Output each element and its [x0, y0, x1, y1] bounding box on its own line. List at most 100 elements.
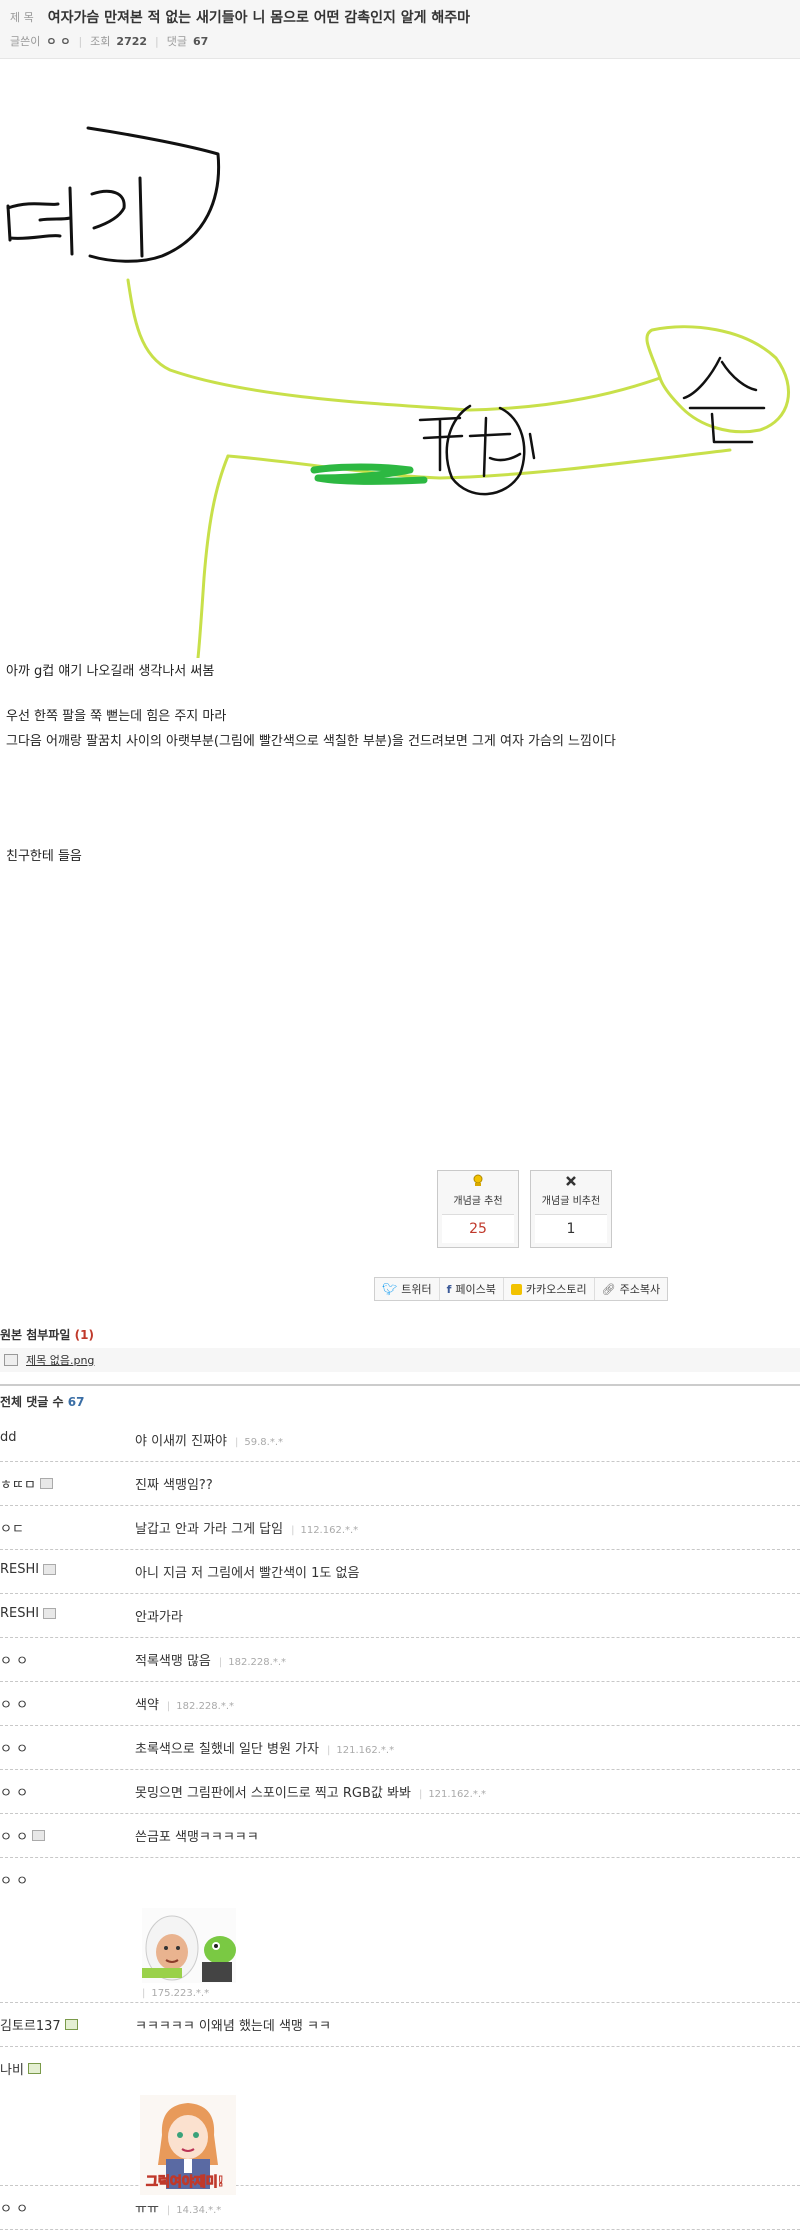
comment-nick[interactable]: ㅇ ㅇ: [0, 1782, 28, 1801]
comments-count: 67: [193, 34, 209, 48]
comments-header: 전체 댓글 수 67: [0, 1393, 84, 1410]
comment-list: dd 야 이새끼 진짜야59.8.*.* ㅎㄸㅁ 진짜 색맹임?? ㅇㄷ 날갑고…: [0, 1418, 800, 2230]
comment-dccon-image: 175.223.*.*: [142, 1908, 236, 1999]
comment-nick[interactable]: RESHI: [0, 1606, 57, 1621]
thumb-down-icon: [531, 1174, 611, 1190]
thumb-up-icon: [438, 1174, 518, 1190]
gallog-icon: [32, 1830, 46, 1841]
comment-row: ㅇ ㅇ ㅠㅠ14.34.*.*: [0, 2186, 800, 2230]
body-line: 그다음 어깨랑 팔꿈치 사이의 아랫부분(그림에 빨간색으로 색칠한 부분)을 …: [6, 734, 616, 749]
comment-nick[interactable]: ㅇ ㅇ: [0, 1738, 28, 1757]
comment-text: 진짜 색맹임??: [135, 1478, 213, 1493]
comment-nick[interactable]: ㅇ ㅇ: [0, 2198, 28, 2217]
post-meta: 글쓴이 ㅇ ㅇ | 조회 2722 | 댓글 67: [10, 33, 209, 49]
comment-text: 못밍으면 그림판에서 스포이드로 찍고 RGB값 봐봐121.162.*.*: [135, 1782, 486, 1801]
copy-url-button[interactable]: 🔗︎ 주소복사: [595, 1278, 667, 1300]
comment-row: ㅇ ㅇ 175.223.*.*: [0, 1858, 800, 2003]
file-icon: [4, 1354, 18, 1366]
share-twitter-label: 트위터: [401, 1283, 432, 1296]
attachment-title-text: 원본 첨부파일: [0, 1328, 71, 1342]
gallog-icon: [39, 1478, 53, 1489]
comment-text: 초록색으로 칠했네 일단 병원 가자121.162.*.*: [135, 1738, 394, 1757]
comment-ip: 121.162.*.*: [327, 1745, 394, 1756]
comment-ip: 175.223.*.*: [142, 1988, 209, 1999]
armpit-scribble: [418, 404, 536, 496]
author-name[interactable]: ㅇ ㅇ: [46, 33, 70, 49]
post-title: 여자가슴 만져본 적 없는 새기들아 니 몸으로 어떤 감촉인지 알게 해주마: [47, 10, 471, 26]
kakaostory-icon: [510, 1283, 522, 1295]
comment-ip: 112.162.*.*: [291, 1525, 358, 1536]
comment-nick[interactable]: RESHI: [0, 1562, 57, 1577]
comment-row: ㅇ ㅇ 적록색맹 많음182.228.*.*: [0, 1638, 800, 1682]
body-line: 아까 g컵 얘기 나오길래 생각나서 써봄: [6, 664, 215, 679]
gallog-icon: [64, 2019, 78, 2030]
comment-text: ㅠㅠ14.34.*.*: [135, 2198, 221, 2217]
comment-row: 나비 그럭여야재미!: [0, 2047, 800, 2195]
comment-nick[interactable]: 김토르137: [0, 2015, 78, 2034]
attachment-link[interactable]: 제목 없음.png: [26, 1352, 94, 1368]
comment-text: 쓴금포 색맹ㅋㅋㅋㅋㅋ: [135, 1830, 259, 1845]
facebook-icon: f: [446, 1282, 452, 1296]
comment-nick[interactable]: ㅇ ㅇ: [0, 1870, 28, 1889]
comment-text: ㅋㅋㅋㅋㅋ 이왜념 했는데 색맹 ㅋㅋ: [135, 2019, 331, 2034]
upvote-label: 개념글 추천: [453, 1196, 503, 1207]
downvote-label: 개념글 비추천: [541, 1196, 601, 1207]
attachment-title: 원본 첨부파일 (1): [0, 1326, 94, 1343]
downvote-count: 1: [535, 1214, 607, 1243]
post-header: 제 목 여자가슴 만져본 적 없는 새기들아 니 몸으로 어떤 감촉인지 알게 …: [0, 0, 800, 59]
comment-nick[interactable]: ㅎㄸㅁ: [0, 1474, 53, 1493]
comment-ip: 121.162.*.*: [419, 1789, 486, 1800]
head-scribble: [6, 126, 221, 263]
share-facebook-label: 페이스북: [455, 1283, 496, 1296]
post-drawing: [6, 126, 790, 658]
comment-row: ㅇ ㅇ 초록색으로 칠했네 일단 병원 가자121.162.*.*: [0, 1726, 800, 1770]
comment-text: 날갑고 안과 가라 그게 답임112.162.*.*: [135, 1518, 358, 1537]
comments-total: 67: [67, 1395, 85, 1409]
comment-text: 아니 지금 저 그림에서 빨간색이 1도 없음: [135, 1566, 360, 1581]
comment-row: ㅎㄸㅁ 진짜 색맹임??: [0, 1462, 800, 1506]
comments-divider: [0, 1384, 800, 1386]
share-kakao-label: 카카오스토리: [525, 1283, 587, 1296]
share-bar: 🐦︎ 트위터 f 페이스북 카카오스토리 🔗︎ 주소복사: [374, 1277, 669, 1301]
comment-row: ㅇ ㅇ 색약182.228.*.*: [0, 1682, 800, 1726]
comments-title: 전체 댓글 수: [0, 1395, 64, 1409]
comment-text: 안과가라: [135, 1610, 183, 1625]
comment-ip: 182.228.*.*: [167, 1701, 234, 1712]
upvote-count: 25: [442, 1214, 514, 1243]
share-facebook-button[interactable]: f 페이스북: [440, 1278, 504, 1300]
upvote-button[interactable]: 개념글 추천 25: [437, 1170, 519, 1248]
comment-ip: 182.228.*.*: [219, 1657, 286, 1668]
comment-ip: 59.8.*.*: [235, 1437, 283, 1448]
comment-row: RESHI 안과가라: [0, 1594, 800, 1638]
comment-row: ㅇ ㅇ 쓴금포 색맹ㅋㅋㅋㅋㅋ: [0, 1814, 800, 1858]
views-label: 조회: [90, 35, 111, 48]
comment-row: 김토르137 ㅋㅋㅋㅋㅋ 이왜념 했는데 색맹 ㅋㅋ: [0, 2003, 800, 2047]
comment-nick[interactable]: ㅇ ㅇ: [0, 1694, 28, 1713]
downvote-button[interactable]: 개념글 비추천 1: [530, 1170, 612, 1248]
post-title-row: 제 목 여자가슴 만져본 적 없는 새기들아 니 몸으로 어떤 감촉인지 알게 …: [10, 6, 470, 28]
comment-text: 적록색맹 많음182.228.*.*: [135, 1650, 286, 1669]
gallog-icon: [27, 2063, 41, 2074]
comment-row: ㅇ ㅇ 못밍으면 그림판에서 스포이드로 찍고 RGB값 봐봐121.162.*…: [0, 1770, 800, 1814]
gallog-icon: [43, 1608, 57, 1619]
comment-nick[interactable]: ㅇ ㅇ: [0, 1650, 28, 1669]
share-twitter-button[interactable]: 🐦︎ 트위터: [375, 1278, 440, 1300]
comments-label: 댓글: [166, 35, 188, 48]
comment-nick[interactable]: 나비: [0, 2059, 41, 2078]
comment-nick[interactable]: ㅇ ㅇ: [0, 1826, 46, 1845]
comment-text: 야 이새끼 진짜야59.8.*.*: [135, 1430, 283, 1449]
title-label: 제 목: [10, 11, 34, 24]
attachment-row: 제목 없음.png: [0, 1348, 800, 1372]
author-label: 글쓴이: [10, 35, 41, 48]
comment-nick[interactable]: dd: [0, 1430, 17, 1445]
comment-nick[interactable]: ㅇㄷ: [0, 1518, 24, 1537]
share-kakao-button[interactable]: 카카오스토리: [504, 1278, 595, 1300]
copy-url-label: 주소복사: [619, 1283, 661, 1296]
comment-row: RESHI 아니 지금 저 그림에서 빨간색이 1도 없음: [0, 1550, 800, 1594]
comment-dccon-image: 그럭여야재미!: [140, 2095, 236, 2195]
marked-area: [310, 463, 428, 485]
comment-row: ㅇㄷ 날갑고 안과 가라 그게 답임112.162.*.*: [0, 1506, 800, 1550]
body-line: 우선 한쪽 팔을 쭉 뻗는데 힘은 주지 마라: [6, 709, 227, 724]
comment-row: dd 야 이새끼 진짜야59.8.*.*: [0, 1418, 800, 1462]
body-line: 친구한테 들음: [6, 849, 82, 864]
